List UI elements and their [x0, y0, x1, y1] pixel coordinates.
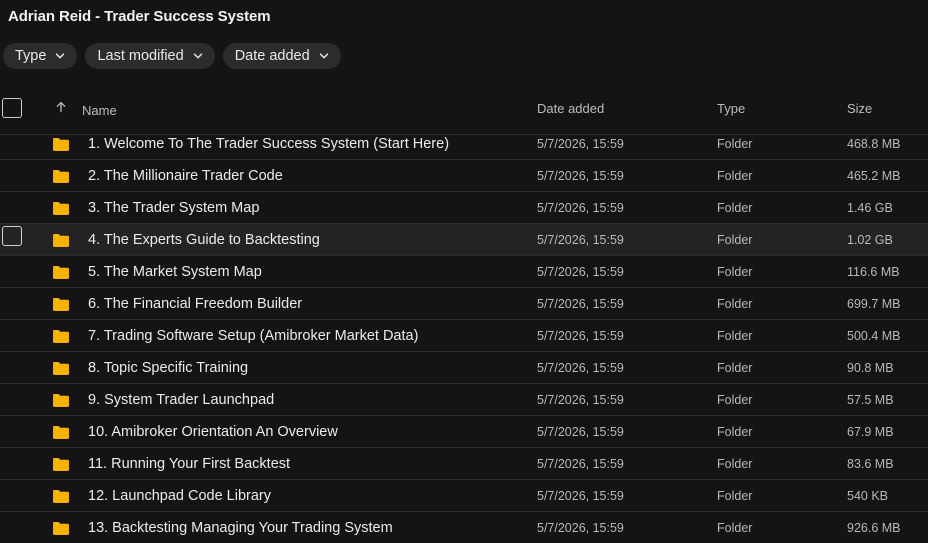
filter-label: Date added	[234, 48, 310, 64]
row-name[interactable]: 3. The Trader System Map	[88, 200, 259, 216]
row-date-added: 5/7/2026, 15:59	[537, 425, 624, 439]
table-row[interactable]: 6. The Financial Freedom Builder 5/7/2026…	[0, 288, 928, 320]
folder-icon	[52, 457, 70, 472]
row-type: Folder	[717, 233, 753, 247]
folder-icon	[52, 233, 70, 248]
filter-bar: Type Last modified Date added	[3, 43, 341, 69]
table-row[interactable]: 12. Launchpad Code Library 5/7/2026, 15:5…	[0, 480, 928, 512]
row-name[interactable]: 11. Running Your First Backtest	[88, 456, 290, 472]
row-name[interactable]: 9. System Trader Launchpad	[88, 392, 274, 408]
row-date-added: 5/7/2026, 15:59	[537, 393, 624, 407]
folder-icon	[52, 361, 70, 376]
folder-icon	[52, 521, 70, 536]
select-all-checkbox[interactable]	[2, 98, 22, 118]
table-row[interactable]: 2. The Millionaire Trader Code 5/7/2026, …	[0, 160, 928, 192]
row-size: 540 KB	[847, 489, 889, 503]
table-row[interactable]: 11. Running Your First Backtest 5/7/2026,…	[0, 448, 928, 480]
row-type: Folder	[717, 169, 753, 183]
filter-label: Last modified	[97, 48, 184, 64]
page-title: Adrian Reid - Trader Success System	[8, 8, 271, 25]
sort-ascending-icon[interactable]	[55, 101, 67, 113]
row-name[interactable]: 2. The Millionaire Trader Code	[88, 168, 283, 184]
row-size: 116.6 MB	[847, 265, 900, 279]
row-date-added: 5/7/2026, 15:59	[537, 137, 624, 151]
row-name[interactable]: 1. Welcome To The Trader Success System …	[88, 136, 449, 152]
row-size: 468.8 MB	[847, 137, 901, 151]
row-checkbox[interactable]	[2, 226, 22, 246]
row-name[interactable]: 10. Amibroker Orientation An Overview	[88, 424, 338, 440]
row-size: 1.02 GB	[847, 233, 893, 247]
row-date-added: 5/7/2026, 15:59	[537, 457, 624, 471]
folder-icon	[52, 265, 70, 280]
row-type: Folder	[717, 425, 753, 439]
filter-date-added-chip[interactable]: Date added	[222, 43, 341, 69]
file-list: 1. Welcome To The Trader Success System …	[0, 128, 928, 543]
filter-type-chip[interactable]: Type	[3, 43, 78, 69]
folder-icon	[52, 425, 70, 440]
row-date-added: 5/7/2026, 15:59	[537, 169, 624, 183]
row-type: Folder	[717, 393, 753, 407]
row-type: Folder	[717, 329, 753, 343]
table-row[interactable]: 8. Topic Specific Training 5/7/2026, 15:5…	[0, 352, 928, 384]
table-row[interactable]: 13. Backtesting Managing Your Trading Sy…	[0, 512, 928, 543]
file-browser: Adrian Reid - Trader Success System Type…	[0, 0, 928, 543]
column-header-date-added[interactable]: Date added	[537, 101, 604, 116]
row-date-added: 5/7/2026, 15:59	[537, 297, 624, 311]
table-row[interactable]: 1. Welcome To The Trader Success System …	[0, 128, 928, 160]
row-type: Folder	[717, 521, 753, 535]
folder-icon	[52, 201, 70, 216]
row-size: 500.4 MB	[847, 329, 901, 343]
column-header-name[interactable]: Name	[82, 103, 117, 118]
row-size: 90.8 MB	[847, 361, 894, 375]
row-name[interactable]: 8. Topic Specific Training	[88, 360, 248, 376]
row-size: 83.6 MB	[847, 457, 894, 471]
row-size: 699.7 MB	[847, 297, 901, 311]
filter-label: Type	[15, 48, 47, 64]
table-row[interactable]: 5. The Market System Map 5/7/2026, 15:59 F…	[0, 256, 928, 288]
table-row[interactable]: 4. The Experts Guide to Backtesting 5/7/2…	[0, 224, 928, 256]
row-date-added: 5/7/2026, 15:59	[537, 329, 624, 343]
row-type: Folder	[717, 137, 753, 151]
table-row[interactable]: 7. Trading Software Setup (Amibroker Mar…	[0, 320, 928, 352]
row-date-added: 5/7/2026, 15:59	[537, 201, 624, 215]
folder-icon	[52, 169, 70, 184]
folder-icon	[52, 137, 70, 152]
row-size: 57.5 MB	[847, 393, 894, 407]
column-header-type[interactable]: Type	[717, 101, 745, 116]
row-size: 1.46 GB	[847, 201, 893, 215]
row-date-added: 5/7/2026, 15:59	[537, 361, 624, 375]
filter-last-modified-chip[interactable]: Last modified	[85, 43, 215, 69]
row-type: Folder	[717, 361, 753, 375]
row-date-added: 5/7/2026, 15:59	[537, 489, 624, 503]
chevron-down-icon	[193, 51, 203, 61]
row-name[interactable]: 6. The Financial Freedom Builder	[88, 296, 302, 312]
row-name[interactable]: 12. Launchpad Code Library	[88, 488, 271, 504]
table-row[interactable]: 3. The Trader System Map 5/7/2026, 15:59 F…	[0, 192, 928, 224]
table-row[interactable]: 10. Amibroker Orientation An Overview 5/7…	[0, 416, 928, 448]
row-type: Folder	[717, 265, 753, 279]
row-size: 926.6 MB	[847, 521, 901, 535]
row-name[interactable]: 7. Trading Software Setup (Amibroker Mar…	[88, 328, 418, 344]
table-row[interactable]: 9. System Trader Launchpad 5/7/2026, 15:5…	[0, 384, 928, 416]
row-type: Folder	[717, 457, 753, 471]
row-date-added: 5/7/2026, 15:59	[537, 265, 624, 279]
row-name[interactable]: 13. Backtesting Managing Your Trading Sy…	[88, 520, 393, 536]
row-type: Folder	[717, 489, 753, 503]
folder-icon	[52, 489, 70, 504]
chevron-down-icon	[319, 51, 329, 61]
folder-icon	[52, 297, 70, 312]
chevron-down-icon	[55, 51, 65, 61]
row-size: 67.9 MB	[847, 425, 894, 439]
row-type: Folder	[717, 297, 753, 311]
row-name[interactable]: 4. The Experts Guide to Backtesting	[88, 232, 320, 248]
row-size: 465.2 MB	[847, 169, 901, 183]
folder-icon	[52, 329, 70, 344]
row-date-added: 5/7/2026, 15:59	[537, 233, 624, 247]
row-name[interactable]: 5. The Market System Map	[88, 264, 262, 280]
column-header-size[interactable]: Size	[847, 101, 872, 116]
folder-icon	[52, 393, 70, 408]
row-type: Folder	[717, 201, 753, 215]
row-date-added: 5/7/2026, 15:59	[537, 521, 624, 535]
